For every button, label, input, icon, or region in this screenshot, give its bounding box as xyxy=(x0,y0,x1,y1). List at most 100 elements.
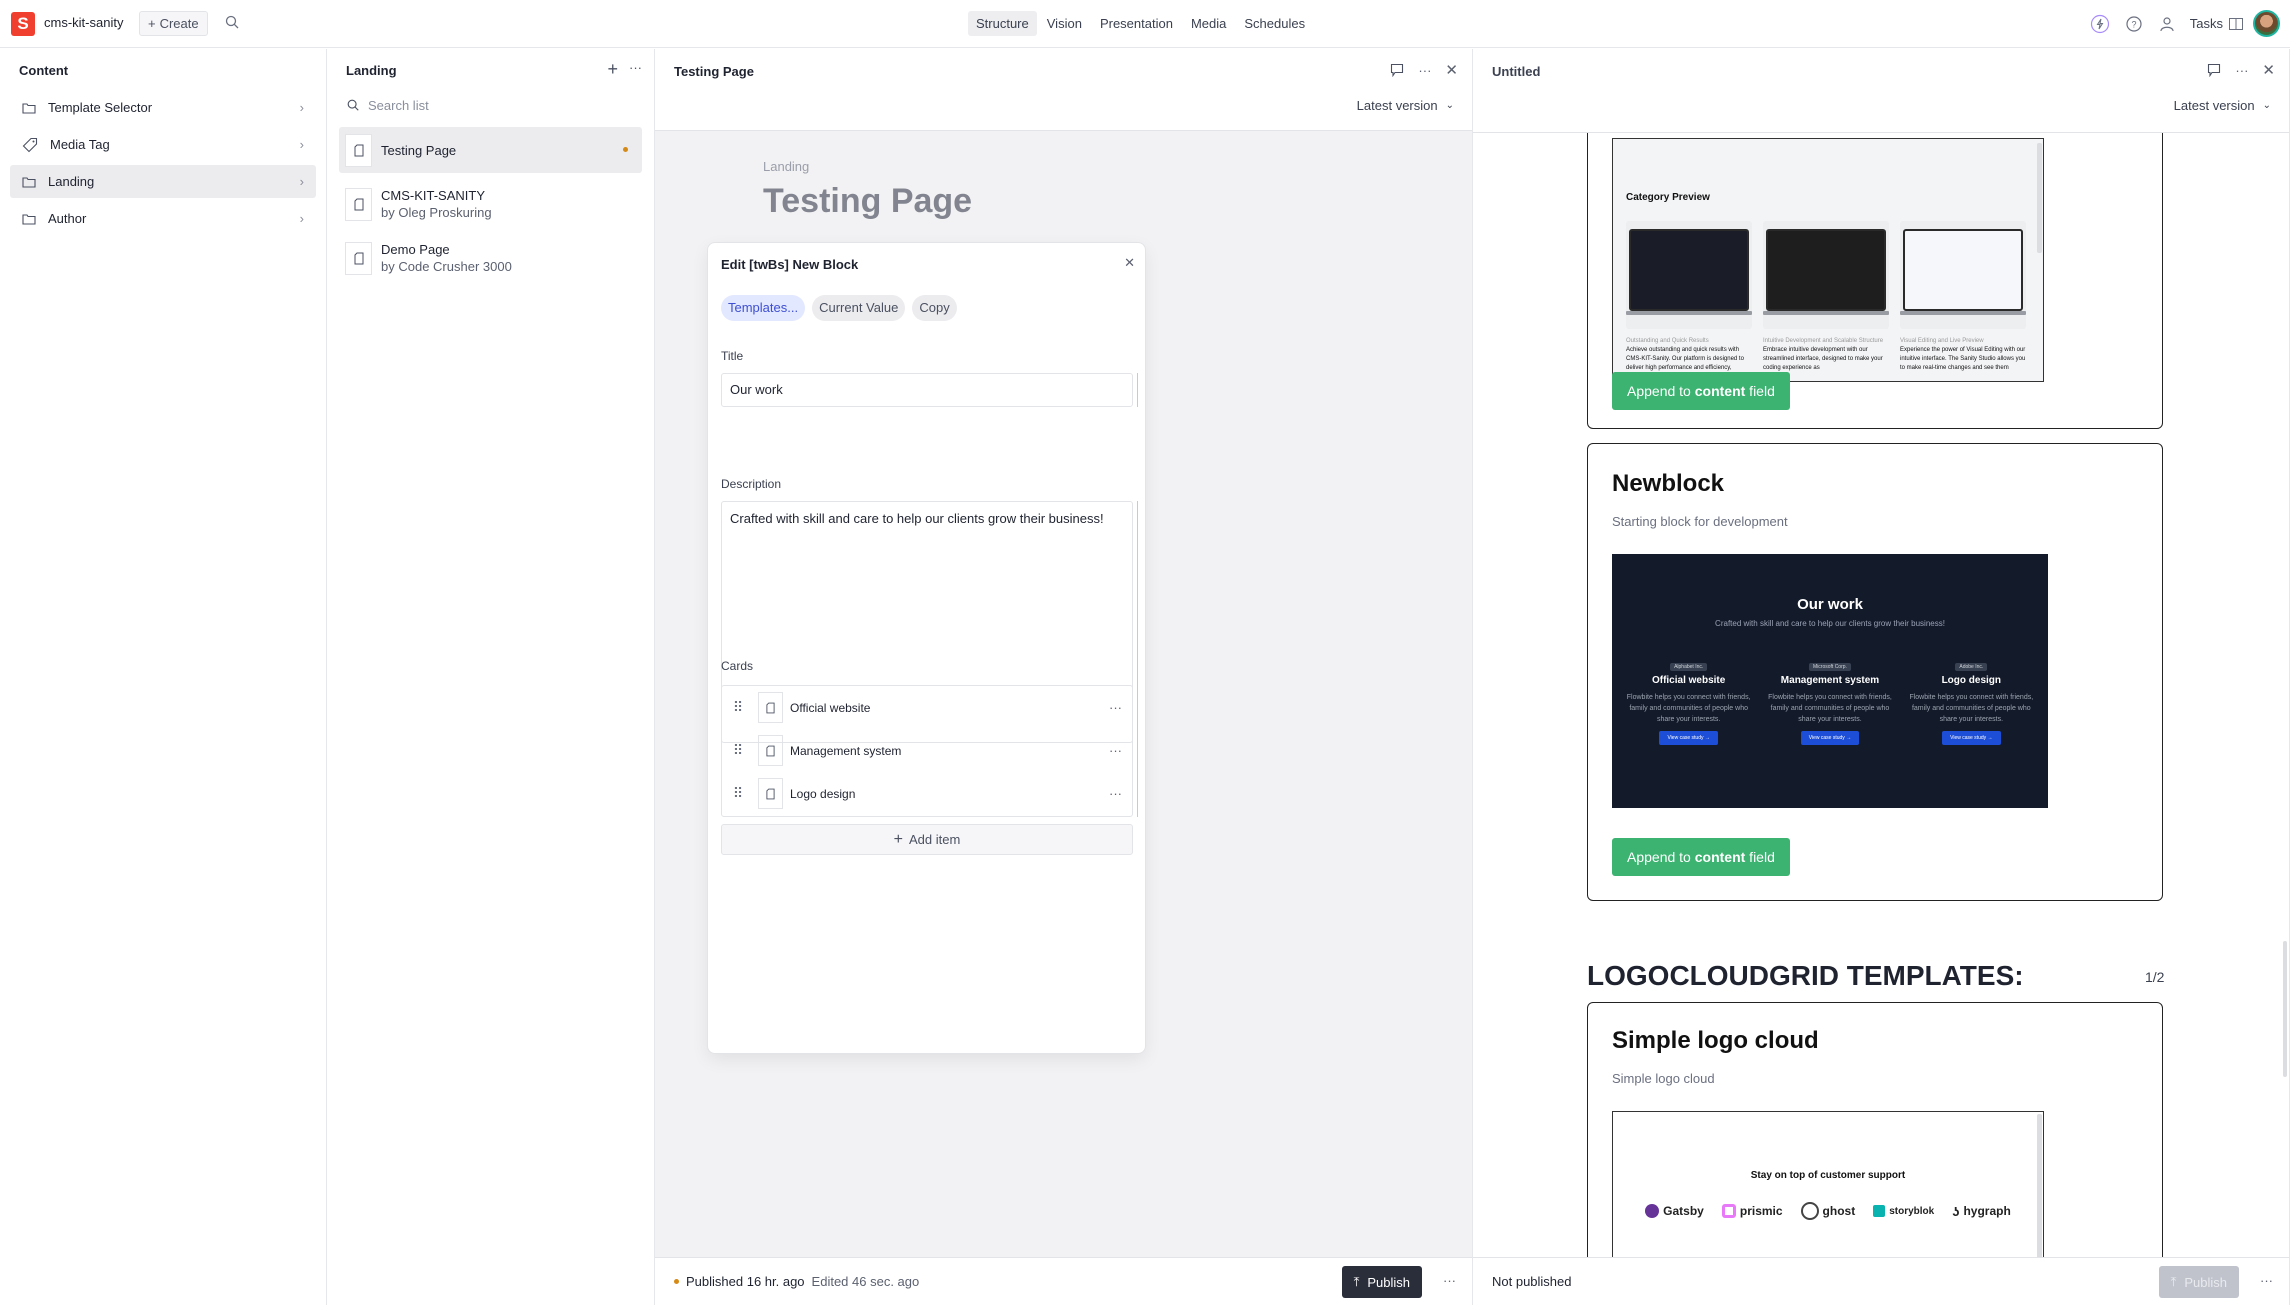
tasks-button[interactable]: Tasks xyxy=(2190,16,2243,31)
comment-icon[interactable] xyxy=(1390,63,1404,77)
more-icon[interactable]: ··· xyxy=(1418,63,1431,78)
document-title: Demo Page xyxy=(381,242,450,257)
publish-button[interactable]: ⤒ Publish xyxy=(2158,1266,2239,1298)
tab-media[interactable]: Media xyxy=(1183,11,1234,36)
hygraph-logo: ʖ hygraph xyxy=(1952,1203,2011,1219)
create-label: Create xyxy=(159,16,199,31)
more-icon[interactable]: ··· xyxy=(629,60,642,75)
laptop-image xyxy=(1763,221,1889,329)
append-to-content-button[interactable]: Append to content field xyxy=(1612,838,1790,876)
publish-label: Publish xyxy=(2184,1274,2227,1290)
ai-assist-icon[interactable] xyxy=(2088,12,2112,36)
laptop-image xyxy=(1626,221,1752,329)
close-icon[interactable]: ✕ xyxy=(2262,61,2275,79)
pane-scrollbar[interactable] xyxy=(2283,941,2287,1077)
document-subtitle: by Oleg Proskuring xyxy=(381,205,492,220)
preview-subheading: Crafted with skill and care to help our … xyxy=(1715,619,1945,628)
sidebar-item-label: Template Selector xyxy=(48,100,153,115)
close-icon[interactable]: ✕ xyxy=(1124,255,1135,271)
preview-scrollbar[interactable] xyxy=(2037,1114,2042,1257)
current-value-button[interactable]: Current Value xyxy=(812,295,906,321)
publish-button[interactable]: ⤒ Publish xyxy=(1341,1266,1422,1298)
search-list-field[interactable]: Search list xyxy=(346,93,635,117)
help-icon[interactable]: ? xyxy=(2122,12,2146,36)
chevron-down-icon: ⌄ xyxy=(2262,100,2271,111)
document-list-item[interactable]: Testing Page xyxy=(339,127,642,173)
close-icon[interactable]: ✕ xyxy=(1445,61,1458,79)
tab-vision[interactable]: Vision xyxy=(1039,11,1090,36)
category-preview: Category Preview Outstanding and Quick R… xyxy=(1612,138,2044,382)
more-actions-icon[interactable]: ··· xyxy=(1443,1273,1456,1288)
panel-icon xyxy=(2229,17,2243,30)
drag-handle-icon[interactable]: ⠿ xyxy=(730,742,744,759)
sidebar-item-landing[interactable]: Landing › xyxy=(10,165,316,198)
title-field-label: Title xyxy=(721,349,744,363)
comment-icon[interactable] xyxy=(2207,63,2221,77)
search-icon xyxy=(347,99,359,111)
sidebar-item-template-selector[interactable]: Template Selector › xyxy=(10,91,316,124)
chevron-right-icon: › xyxy=(299,100,304,115)
card-item[interactable]: ⠿ Logo design ··· xyxy=(722,772,1132,815)
version-select[interactable]: Latest version ⌄ xyxy=(1357,98,1454,113)
append-to-content-button[interactable]: Append to content field xyxy=(1612,372,1790,410)
document-icon xyxy=(758,735,783,766)
gatsby-logo: Gatsby xyxy=(1645,1202,1704,1220)
version-select[interactable]: Latest version ⌄ xyxy=(2174,98,2271,113)
sanity-logo[interactable]: S xyxy=(11,12,35,36)
title-input[interactable]: Our work xyxy=(721,373,1133,407)
tab-structure[interactable]: Structure xyxy=(968,11,1037,36)
templates-button[interactable]: Templates... xyxy=(721,295,806,321)
user-avatar[interactable] xyxy=(2253,10,2280,37)
version-label: Latest version xyxy=(2173,98,2255,113)
publish-icon: ⤒ xyxy=(1353,1274,1360,1289)
prismic-logo: prismic xyxy=(1721,1202,1783,1220)
project-name[interactable]: cms-kit-sanity xyxy=(44,15,123,30)
create-button[interactable]: + Create xyxy=(139,11,208,36)
more-actions-icon[interactable]: ··· xyxy=(2260,1273,2273,1288)
edited-status-dot xyxy=(623,147,628,152)
storyblok-logo: storyblok xyxy=(1873,1202,1934,1220)
template-card: Newblock Starting block for development … xyxy=(1587,443,2163,901)
cards-array: ⠿ Official website ··· ⠿ Management syst… xyxy=(721,685,1133,817)
untitled-header: Untitled ··· ✕ Latest version ⌄ xyxy=(1473,49,2289,131)
card-title: Logo design xyxy=(790,786,856,801)
version-label: Latest version xyxy=(1356,98,1438,113)
template-card: Category Preview Outstanding and Quick R… xyxy=(1587,133,2163,429)
landing-pane-header: Landing + ··· xyxy=(327,49,654,91)
svg-text:?: ? xyxy=(2131,19,2136,29)
add-item-label: Add item xyxy=(909,832,961,847)
ghost-logo: ghost xyxy=(1800,1202,1855,1220)
drag-handle-icon[interactable]: ⠿ xyxy=(730,699,744,716)
document-list-item[interactable]: CMS-KIT-SANITY by Oleg Proskuring xyxy=(339,181,642,227)
add-document-icon[interactable]: + xyxy=(607,59,618,80)
template-title: Simple logo cloud xyxy=(1612,1027,1819,1054)
add-item-button[interactable]: + Add item xyxy=(721,824,1133,855)
preview-card: Alphabet Inc. Official website Flowbite he… xyxy=(1624,656,1754,745)
drag-handle-icon[interactable]: ⠿ xyxy=(730,785,744,802)
tab-presentation[interactable]: Presentation xyxy=(1092,11,1181,36)
untitled-title: Untitled xyxy=(1492,64,1541,79)
preview-scrollbar[interactable] xyxy=(2037,143,2042,253)
editor-title: Testing Page xyxy=(674,64,754,79)
sidebar-item-label: Author xyxy=(48,211,87,226)
users-icon[interactable] xyxy=(2156,12,2180,36)
card-item[interactable]: ⠿ Official website ··· xyxy=(722,686,1132,729)
preview-heading: Category Preview xyxy=(1626,192,1710,203)
landing-pane: Landing + ··· Search list Testing Page C… xyxy=(327,49,655,1305)
preview-card: Adobe Inc. Logo design Flowbite helps you … xyxy=(1906,656,2036,745)
more-icon[interactable]: ··· xyxy=(1109,700,1122,715)
more-icon[interactable]: ··· xyxy=(2235,63,2248,78)
card-title: Management system xyxy=(790,743,902,758)
more-icon[interactable]: ··· xyxy=(1109,743,1122,758)
change-indicator xyxy=(1137,689,1138,817)
document-title: Testing Page xyxy=(381,142,457,158)
sidebar-item-media-tag[interactable]: Media Tag › xyxy=(10,128,316,161)
more-icon[interactable]: ··· xyxy=(1109,786,1122,801)
sidebar-item-author[interactable]: Author › xyxy=(10,202,316,235)
copy-button[interactable]: Copy xyxy=(912,295,957,321)
published-status: Published 16 hr. ago xyxy=(686,1274,805,1289)
search-icon[interactable] xyxy=(224,14,240,30)
card-item[interactable]: ⠿ Management system ··· xyxy=(722,729,1132,772)
document-list-item[interactable]: Demo Page by Code Crusher 3000 xyxy=(339,235,642,281)
tab-schedules[interactable]: Schedules xyxy=(1236,11,1313,36)
